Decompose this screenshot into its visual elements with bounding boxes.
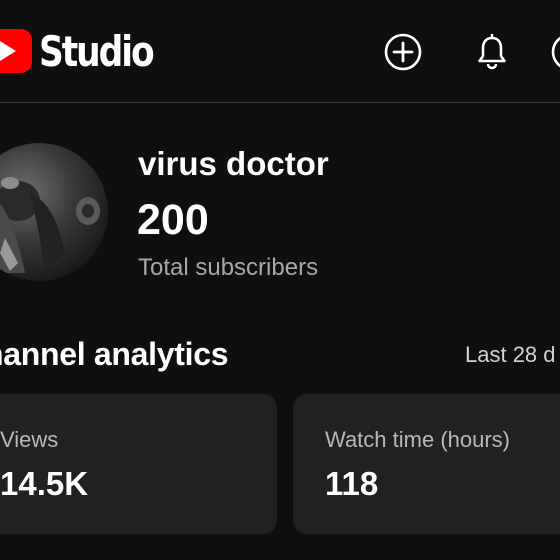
youtube-logo-icon[interactable]	[0, 29, 32, 73]
create-icon[interactable]	[383, 32, 423, 72]
play-triangle-icon	[0, 41, 16, 61]
views-value: 14.5K	[0, 465, 89, 502]
views-card[interactable]: Views 14.5K	[0, 394, 277, 534]
analytics-period[interactable]: Last 28 d	[465, 340, 556, 370]
channel-analytics-title: hannel analytics	[0, 336, 229, 372]
channel-name[interactable]: virus doctor	[138, 143, 329, 185]
watch-time-label: Watch time (hours)	[325, 427, 511, 452]
more-icon[interactable]	[550, 32, 560, 72]
app-title[interactable]: Studio	[39, 24, 155, 80]
views-label: Views	[0, 427, 59, 452]
channel-avatar[interactable]	[0, 143, 108, 281]
subscriber-label: Total subscribers	[138, 254, 319, 281]
subscriber-count: 200	[137, 196, 209, 244]
watch-time-value: 118	[325, 465, 379, 502]
top-app-bar: Studio	[0, 0, 560, 103]
studio-dashboard: Studio virus doctor 200 Total subscriber…	[0, 0, 560, 560]
avatar-image	[0, 177, 100, 273]
watch-time-card[interactable]: Watch time (hours) 118	[293, 394, 560, 534]
notifications-bell-icon[interactable]	[472, 32, 512, 72]
